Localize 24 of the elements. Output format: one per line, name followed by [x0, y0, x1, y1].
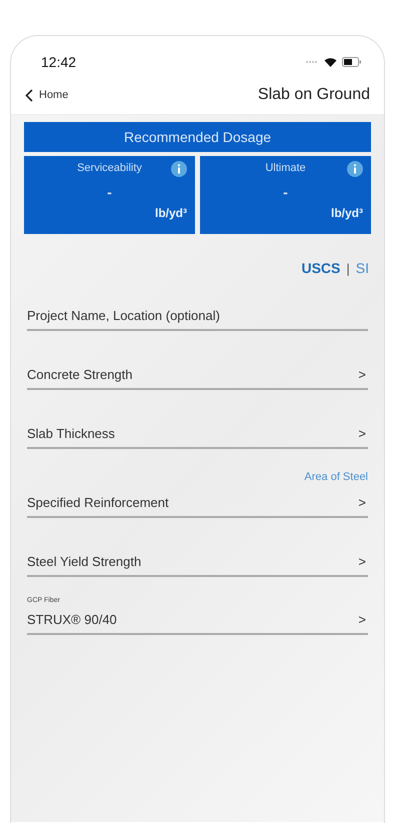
dosage-value: -: [283, 184, 288, 200]
battery-icon: [342, 57, 362, 67]
dosage-value: -: [107, 184, 112, 200]
screen-title: Slab on Ground: [258, 86, 370, 104]
info-icon[interactable]: [171, 161, 187, 177]
info-icon[interactable]: [347, 161, 363, 177]
dosage-unit: lb/yd³: [331, 206, 363, 220]
chevron-left-icon: [25, 88, 33, 102]
dosage-unit: lb/yd³: [155, 206, 187, 220]
picker-row[interactable]: Slab Thickness >: [27, 420, 368, 449]
signal-dots-icon: [305, 60, 319, 64]
wifi-icon: [324, 57, 337, 67]
picker-row[interactable]: Steel Yield Strength >: [27, 548, 368, 577]
dosage-header: Recommended Dosage: [24, 122, 371, 152]
status-time: 12:42: [41, 54, 76, 70]
card-label: Ultimate: [265, 162, 306, 174]
card-label: Serviceability: [77, 162, 142, 174]
unit-separator: |: [346, 260, 350, 276]
picker-row[interactable]: Specified Reinforcement >: [27, 489, 368, 518]
project-input-field[interactable]: Project Name, Location (optional): [27, 302, 368, 331]
picker-row[interactable]: STRUX® 90/40 >: [27, 606, 368, 635]
back-button[interactable]: Home: [25, 88, 68, 102]
unit-toggle[interactable]: USCS: [301, 260, 340, 276]
picker-row[interactable]: Concrete Strength >: [27, 361, 368, 390]
